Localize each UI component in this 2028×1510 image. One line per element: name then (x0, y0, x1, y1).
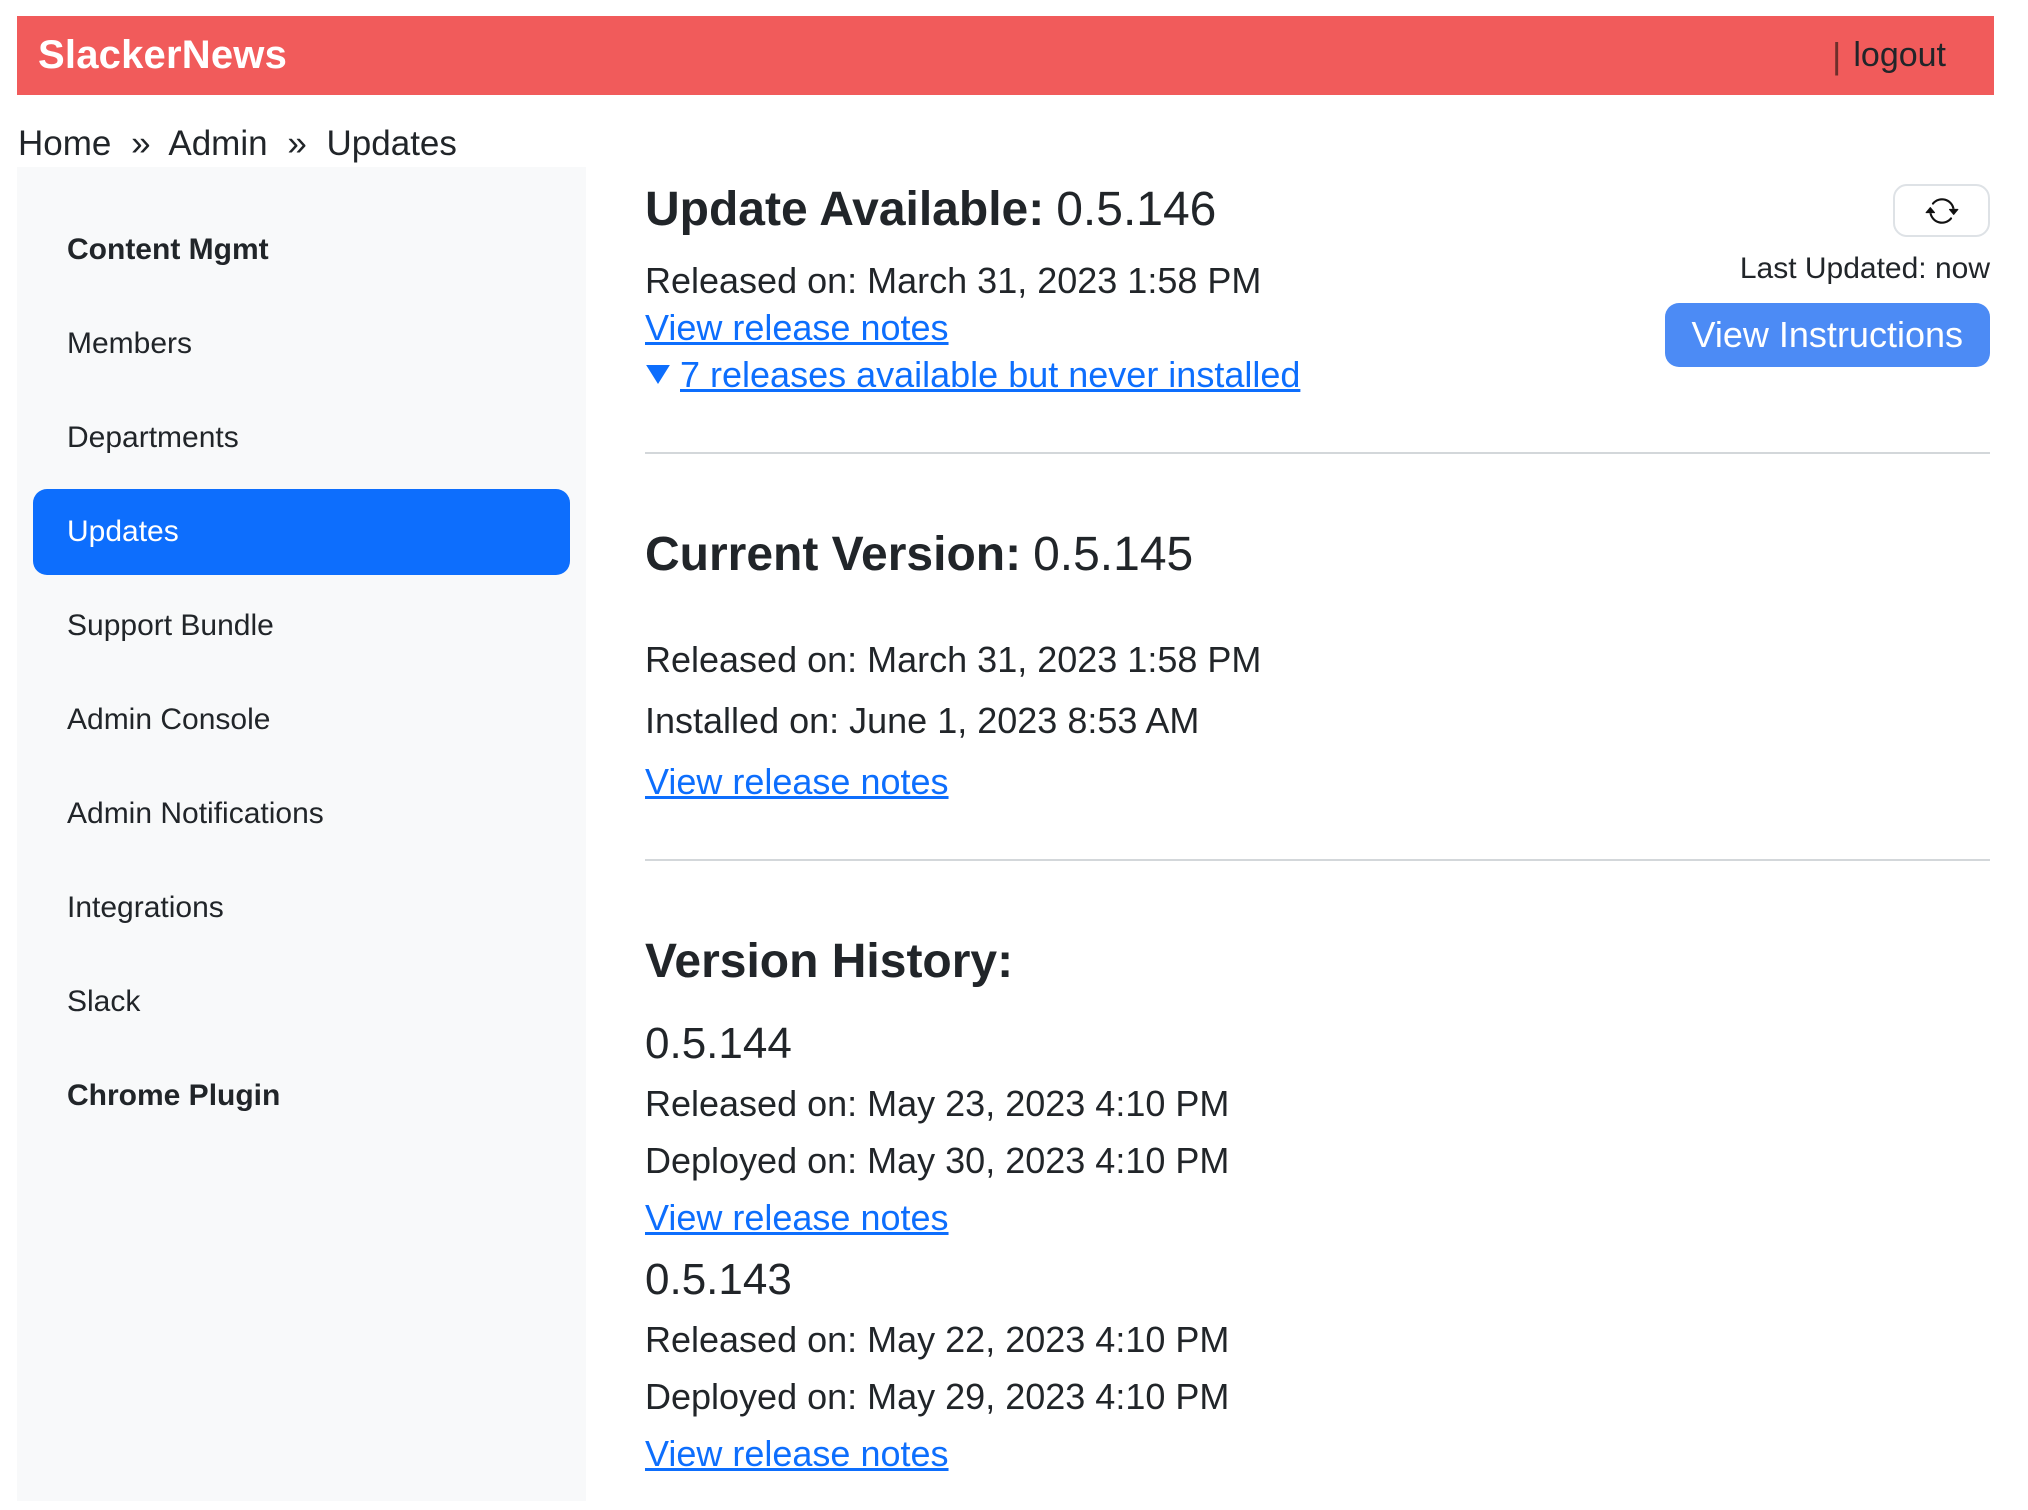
refresh-button[interactable] (1893, 184, 1990, 237)
breadcrumb-current-updates: Updates (327, 124, 457, 163)
update-available-info: Update Available:0.5.146 Released on: Ma… (645, 181, 1300, 398)
sidebar-item-admin-console[interactable]: Admin Console (33, 677, 570, 763)
never-installed-releases-link[interactable]: 7 releases available but never installed (680, 351, 1300, 398)
current-release-notes-link[interactable]: View release notes (645, 761, 949, 802)
logout-separator: | (1832, 35, 1841, 77)
history-version-number: 0.5.144 (645, 1017, 1990, 1070)
section-divider (645, 859, 1990, 861)
logout-area: | logout (1832, 35, 1946, 77)
current-version-label: Current Version: (645, 528, 1021, 581)
content-layout: Content Mgmt Members Departments Updates… (17, 167, 1990, 1501)
version-history-entry: 0.5.144 Released on: May 23, 2023 4:10 P… (645, 1017, 1990, 1241)
sidebar-item-support-bundle[interactable]: Support Bundle (33, 583, 570, 669)
history-release-notes-link[interactable]: View release notes (645, 1197, 949, 1238)
update-available-section: Update Available:0.5.146 Released on: Ma… (645, 181, 1990, 398)
last-updated-text: Last Updated: now (1740, 250, 1990, 288)
sidebar-item-integrations[interactable]: Integrations (33, 865, 570, 951)
sidebar-item-content-mgmt[interactable]: Content Mgmt (33, 207, 570, 293)
logout-link[interactable]: logout (1853, 36, 1946, 75)
history-released-on: Released on: May 23, 2023 4:10 PM (645, 1080, 1990, 1127)
update-release-notes-link[interactable]: View release notes (645, 307, 949, 348)
version-history-entry: 0.5.143 Released on: May 22, 2023 4:10 P… (645, 1253, 1990, 1477)
breadcrumb-home[interactable]: Home (18, 124, 111, 163)
sidebar-item-members[interactable]: Members (33, 301, 570, 387)
admin-sidebar: Content Mgmt Members Departments Updates… (17, 167, 586, 1501)
current-installed-on: Installed on: June 1, 2023 8:53 AM (645, 697, 1990, 744)
section-divider (645, 452, 1990, 454)
update-released-on: Released on: March 31, 2023 1:58 PM (645, 257, 1300, 304)
update-actions: Last Updated: now View Instructions (1665, 181, 1990, 367)
brand-logo[interactable]: SlackerNews (38, 33, 287, 78)
main-content: Update Available:0.5.146 Released on: Ma… (586, 167, 1990, 1489)
update-available-title: Update Available:0.5.146 (645, 181, 1300, 239)
history-version-number: 0.5.143 (645, 1253, 1990, 1306)
version-history-title: Version History: (645, 933, 1990, 991)
arrow-repeat-icon (1925, 194, 1959, 228)
current-version-section: Current Version:0.5.145 Released on: Mar… (645, 526, 1990, 805)
current-version-value: 0.5.145 (1033, 528, 1193, 581)
sidebar-item-chrome-plugin[interactable]: Chrome Plugin (33, 1053, 570, 1139)
view-instructions-button[interactable]: View Instructions (1665, 303, 1990, 367)
sidebar-item-admin-notifications[interactable]: Admin Notifications (33, 771, 570, 857)
update-available-version: 0.5.146 (1056, 183, 1216, 236)
top-bar: SlackerNews | logout (17, 16, 1994, 95)
breadcrumb: Home » Admin » Updates (18, 121, 1994, 167)
update-available-label: Update Available: (645, 183, 1044, 236)
sidebar-item-slack[interactable]: Slack (33, 959, 570, 1045)
history-deployed-on: Deployed on: May 29, 2023 4:10 PM (645, 1373, 1990, 1420)
breadcrumb-admin[interactable]: Admin (168, 124, 267, 163)
version-history-section: Version History: 0.5.144 Released on: Ma… (645, 933, 1990, 1477)
sidebar-item-updates[interactable]: Updates (33, 489, 570, 575)
history-release-notes-link[interactable]: View release notes (645, 1433, 949, 1474)
breadcrumb-separator: » (287, 124, 306, 163)
caret-down-icon (645, 365, 671, 384)
current-released-on: Released on: March 31, 2023 1:58 PM (645, 636, 1990, 683)
sidebar-item-departments[interactable]: Departments (33, 395, 570, 481)
history-released-on: Released on: May 22, 2023 4:10 PM (645, 1316, 1990, 1363)
current-version-title: Current Version:0.5.145 (645, 526, 1990, 584)
history-deployed-on: Deployed on: May 30, 2023 4:10 PM (645, 1137, 1990, 1184)
breadcrumb-separator: » (131, 124, 150, 163)
